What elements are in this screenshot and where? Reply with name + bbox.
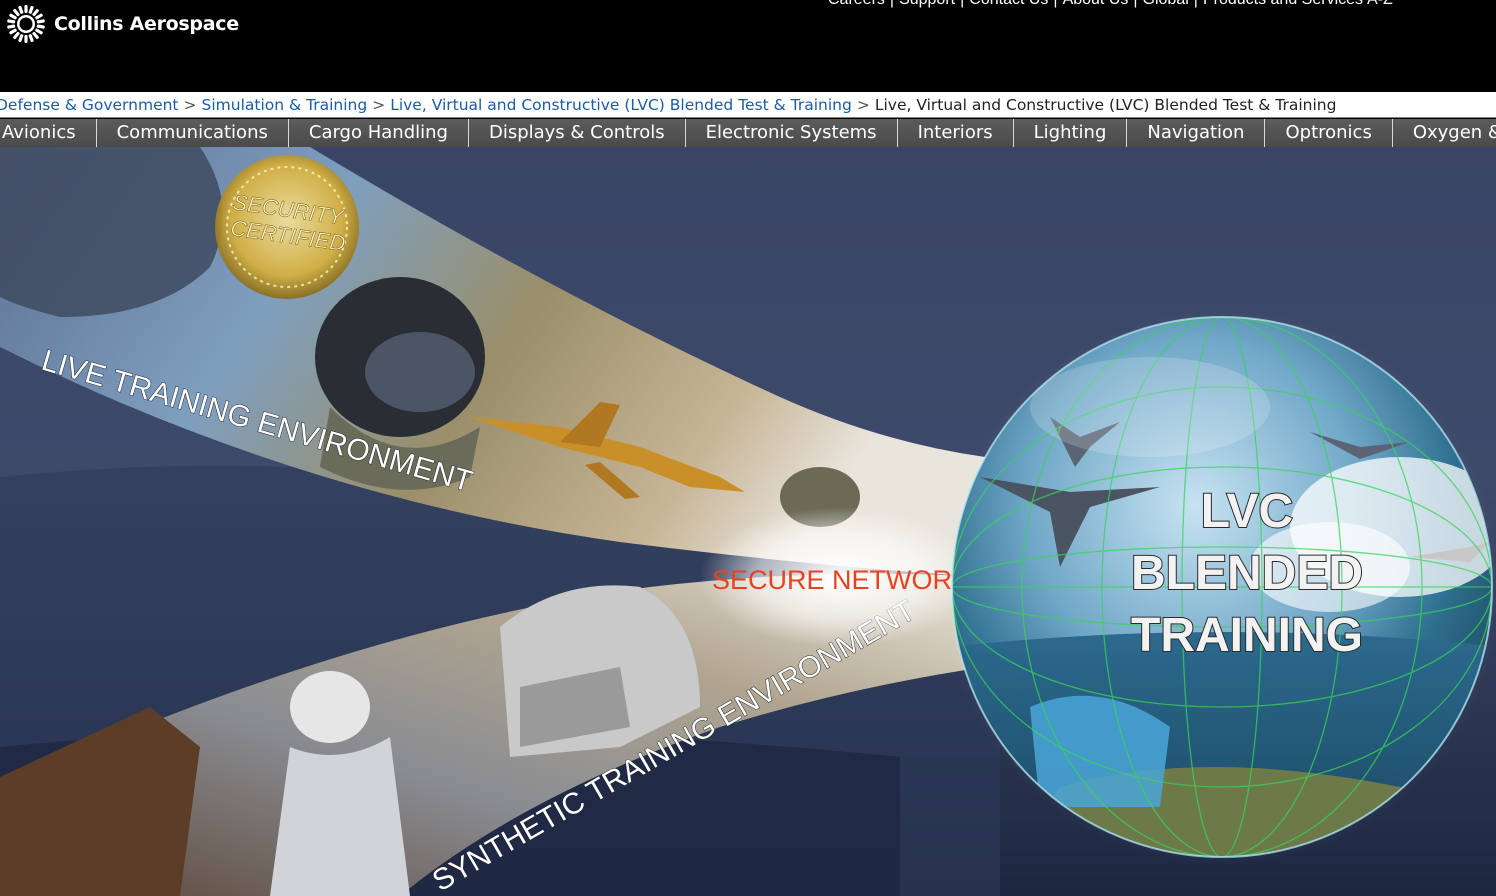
utility-separator: | [1053,0,1057,9]
nav-item-oxygen-psu[interactable]: Oxygen & PSU [1393,119,1496,147]
nav-item-optronics[interactable]: Optronics [1265,119,1393,147]
utility-separator: | [890,0,894,9]
breadcrumb: Defense & Government > Simulation & Traini… [0,92,1496,118]
secure-network-label: SECURE NETWORK [712,565,970,595]
breadcrumb-link-defense-government[interactable]: Defense & Government [0,96,179,114]
nav-item-cargo-handling[interactable]: Cargo Handling [289,119,469,147]
collins-logo-icon [7,5,45,43]
nav-item-navigation[interactable]: Navigation [1127,119,1266,147]
breadcrumb-separator: > [856,96,870,114]
breadcrumb-separator: > [183,96,197,114]
utility-link-global[interactable]: Global [1143,0,1189,9]
main-nav: Avionics Communications Cargo Handling D… [0,119,1496,147]
utility-link-contact-us[interactable]: Contact Us [969,0,1048,9]
utility-link-az[interactable]: A-Z [1367,0,1393,9]
utility-separator: | [960,0,964,9]
utility-link-careers[interactable]: Careers [828,0,885,9]
utility-separator: | [1194,0,1198,9]
security-certified-badge: SECURITY CERTIFIED [215,155,359,299]
hero-banner: SECURITY CERTIFIED LIVE TRAINING ENVIRON… [0,147,1496,896]
brand-logo[interactable]: Collins Aerospace [6,4,239,44]
nav-item-lighting[interactable]: Lighting [1014,119,1128,147]
globe-title-line1: LVC [1201,485,1293,538]
utility-link-products-services[interactable]: Products and Services [1203,0,1363,9]
utility-nav: Careers | Support | Contact Us | About U… [828,0,1393,9]
nav-item-interiors[interactable]: Interiors [898,119,1014,147]
site-header: Collins Aerospace Careers | Support | Co… [0,0,1496,92]
nav-item-communications[interactable]: Communications [97,119,289,147]
breadcrumb-link-lvc[interactable]: Live, Virtual and Constructive (LVC) Ble… [390,96,852,114]
breadcrumb-separator: > [372,96,386,114]
globe-title-line3: TRAINING [1131,609,1363,662]
nav-item-displays-controls[interactable]: Displays & Controls [469,119,686,147]
brand-name: Collins Aerospace [54,13,239,35]
nav-item-avionics[interactable]: Avionics [0,119,97,147]
nav-item-electronic-systems[interactable]: Electronic Systems [686,119,898,147]
breadcrumb-current: Live, Virtual and Constructive (LVC) Ble… [874,96,1337,114]
utility-link-about-us[interactable]: About Us [1063,0,1129,9]
utility-link-support[interactable]: Support [899,0,955,9]
globe-title-line2: BLENDED [1131,547,1363,600]
breadcrumb-link-simulation-training[interactable]: Simulation & Training [202,96,368,114]
utility-separator: | [1133,0,1137,9]
